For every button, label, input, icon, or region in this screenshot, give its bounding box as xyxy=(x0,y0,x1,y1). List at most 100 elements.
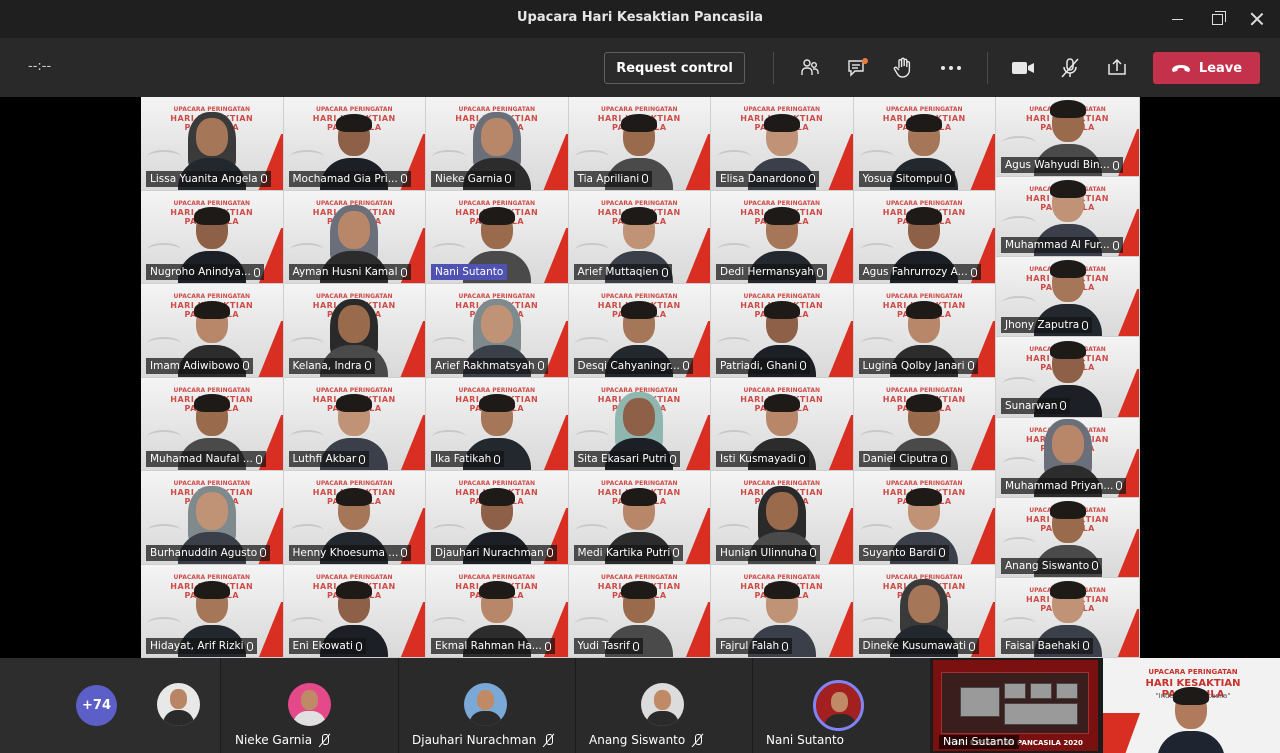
video-tile[interactable]: UPACARA PERINGATANHARI KESAKTIAN PANCASI… xyxy=(141,471,284,565)
video-tile[interactable]: UPACARA PERINGATANHARI KESAKTIAN PANCASI… xyxy=(853,190,996,284)
raise-hand-button[interactable] xyxy=(890,55,916,81)
video-tile[interactable]: UPACARA PERINGATANHARI KESAKTIAN PANCASI… xyxy=(711,377,854,471)
participant-name-tag: Anang Siswanto xyxy=(1001,557,1103,574)
participant-name: Dedi Hermansyah xyxy=(720,266,815,278)
video-tile[interactable]: UPACARA PERINGATANHARI KESAKTIAN PANCASI… xyxy=(996,97,1140,178)
avatar xyxy=(641,683,684,726)
video-tile[interactable]: UPACARA PERINGATANHARI KESAKTIAN PANCASI… xyxy=(568,377,711,471)
mic-icon xyxy=(242,361,249,370)
video-tile[interactable]: UPACARA PERINGATANHARI KESAKTIAN PANCASI… xyxy=(283,284,426,378)
participant-tile[interactable]: Nieke Garnia xyxy=(220,658,398,753)
video-tile[interactable]: UPACARA PERINGATANHARI KESAKTIAN PANCASI… xyxy=(996,257,1140,338)
participant-name-tag: Jhony Zaputra xyxy=(1001,317,1093,334)
participant-name: Arief Muttaqien xyxy=(577,266,659,278)
request-control-button[interactable]: Request control xyxy=(604,52,745,84)
video-tile[interactable]: UPACARA PERINGATANHARI KESAKTIAN PANCASI… xyxy=(141,190,284,284)
people-icon xyxy=(801,59,819,75)
participant-name: Hidayat, Arif Rizki xyxy=(150,640,244,652)
mic-muted-icon xyxy=(693,733,703,747)
participant-name: Suyanto Bardi xyxy=(862,546,937,559)
mic-icon xyxy=(253,267,260,277)
self-video-preview[interactable]: UPACARA PERINGATAN HARI KESAKTIAN PANCAS… xyxy=(1103,658,1280,753)
video-tile[interactable]: UPACARA PERINGATANHARI KESAKTIAN PANCASI… xyxy=(853,564,996,658)
video-tile[interactable]: UPACARA PERINGATANHARI KESAKTIAN PANCASI… xyxy=(711,564,854,658)
participant-tile[interactable]: Anang Siswanto xyxy=(575,658,752,753)
video-tile[interactable]: UPACARA PERINGATANHARI KESAKTIAN PANCASI… xyxy=(853,284,996,378)
more-options-button[interactable] xyxy=(938,55,964,81)
participant-right-column: UPACARA PERINGATANHARI KESAKTIAN PANCASI… xyxy=(996,97,1140,658)
microphone-button[interactable] xyxy=(1057,55,1083,81)
video-tile[interactable]: UPACARA PERINGATANHARI KESAKTIAN PANCASI… xyxy=(568,190,711,284)
restore-button[interactable] xyxy=(1198,0,1236,38)
video-tile[interactable]: UPACARA PERINGATANHARI KESAKTIAN PANCASI… xyxy=(568,471,711,565)
overflow-count-badge[interactable]: +74 xyxy=(76,685,117,726)
video-tile[interactable]: UPACARA PERINGATANHARI KESAKTIAN PANCASI… xyxy=(996,497,1140,578)
video-tile[interactable]: UPACARA PERINGATANHARI KESAKTIAN PANCASI… xyxy=(711,471,854,565)
video-tile[interactable]: UPACARA PERINGATANHARI KESAKTIAN PANCASI… xyxy=(141,377,284,471)
video-tile[interactable]: UPACARA PERINGATANHARI KESAKTIAN PANCASI… xyxy=(141,564,284,658)
video-tile[interactable]: UPACARA PERINGATANHARI KESAKTIAN PANCASI… xyxy=(568,284,711,378)
video-tile[interactable]: UPACARA PERINGATANHARI KESAKTIAN PANCASI… xyxy=(426,564,569,658)
video-tile[interactable]: UPACARA PERINGATANHARI KESAKTIAN PANCASI… xyxy=(141,284,284,378)
video-tile[interactable]: UPACARA PERINGATANHARI KESAKTIAN PANCASI… xyxy=(426,190,569,284)
video-tile[interactable]: UPACARA PERINGATANHARI KESAKTIAN PANCASI… xyxy=(711,284,854,378)
mic-icon xyxy=(400,174,407,183)
participant-name: Yosua Sitompul xyxy=(862,172,943,185)
video-tile[interactable]: UPACARA PERINGATANHARI KESAKTIAN PANCASI… xyxy=(996,417,1140,498)
video-tile[interactable]: UPACARA PERINGATANHARI KESAKTIAN PANCASI… xyxy=(853,471,996,565)
video-tile[interactable]: UPACARA PERINGATANHARI KESAKTIAN PANCASI… xyxy=(996,177,1140,258)
shared-screen-preview[interactable]: HARI KESAKTIAN PANCASILA 2020 Nani Sutan… xyxy=(933,660,1098,751)
video-tile[interactable]: UPACARA PERINGATANHARI KESAKTIAN PANCASI… xyxy=(426,97,569,191)
shared-video-gallery: UPACARA PERINGATANHARI KESAKTIAN PANCASI… xyxy=(141,97,1140,658)
video-tile[interactable]: UPACARA PERINGATANHARI KESAKTIAN PANCASI… xyxy=(283,564,426,658)
participant-name: Imam Adiwibowo xyxy=(150,359,240,372)
participant-name-tag: Kelana, Indra xyxy=(288,357,375,374)
participant-name: Anang Siswanto xyxy=(589,733,703,747)
minimize-button[interactable] xyxy=(1158,0,1196,38)
participant-name: Nugroho Anindya... xyxy=(150,266,251,278)
participant-name: Patriadi, Ghani xyxy=(720,359,798,372)
camera-icon xyxy=(1012,62,1034,74)
close-button[interactable] xyxy=(1238,0,1276,38)
video-tile[interactable]: UPACARA PERINGATANHARI KESAKTIAN PANCASI… xyxy=(426,284,569,378)
overflow-participants[interactable]: +74 xyxy=(0,658,220,753)
participant-name-tag: Agus Fahrurrozy A... xyxy=(858,264,981,280)
video-tile[interactable]: UPACARA PERINGATANHARI KESAKTIAN PANCASI… xyxy=(711,97,854,191)
toolbar-divider xyxy=(773,52,774,84)
banner-decoration xyxy=(679,227,711,284)
video-tile[interactable]: UPACARA PERINGATANHARI KESAKTIAN PANCASI… xyxy=(996,337,1140,418)
video-tile[interactable]: UPACARA PERINGATANHARI KESAKTIAN PANCASI… xyxy=(141,97,284,191)
mic-icon xyxy=(632,641,639,651)
video-tile[interactable]: UPACARA PERINGATANHARI KESAKTIAN PANCASI… xyxy=(283,377,426,471)
video-tile[interactable]: UPACARA PERINGATANHARI KESAKTIAN PANCASI… xyxy=(283,190,426,284)
participant-name: Desqi Cahyaningr... xyxy=(577,359,680,372)
leave-label: Leave xyxy=(1198,60,1243,76)
video-tile[interactable]: UPACARA PERINGATANHARI KESAKTIAN PANCASI… xyxy=(283,97,426,191)
participant-tile[interactable]: Djauhari Nurachman xyxy=(398,658,575,753)
participant-name: Yudi Tasrif xyxy=(577,640,630,652)
participant-name: Agus Wahyudi Bin... xyxy=(1005,159,1110,172)
participants-button[interactable] xyxy=(797,55,823,81)
participant-name: Burhanuddin Agusto xyxy=(150,546,258,559)
video-tile[interactable]: UPACARA PERINGATANHARI KESAKTIAN PANCASI… xyxy=(426,471,569,565)
video-tile[interactable]: UPACARA PERINGATANHARI KESAKTIAN PANCASI… xyxy=(711,190,854,284)
participant-name-tag: Muhammad Al Fur... xyxy=(1001,237,1123,254)
banner-decoration xyxy=(537,134,568,190)
banner-decoration xyxy=(679,414,711,471)
video-tile[interactable]: UPACARA PERINGATANHARI KESAKTIAN PANCASI… xyxy=(568,97,711,191)
video-tile[interactable]: UPACARA PERINGATANHARI KESAKTIAN PANCASI… xyxy=(996,577,1140,658)
video-tile[interactable]: UPACARA PERINGATANHARI KESAKTIAN PANCASI… xyxy=(426,377,569,471)
participant-name-tag: Nieke Garnia xyxy=(431,170,516,187)
camera-button[interactable] xyxy=(1010,55,1036,81)
banner-decoration xyxy=(252,601,283,658)
participant-name-tag: Daniel Ciputra xyxy=(858,451,951,467)
video-tile[interactable]: UPACARA PERINGATANHARI KESAKTIAN PANCASI… xyxy=(853,97,996,191)
participant-name-tag: Agus Wahyudi Bin... xyxy=(1001,157,1123,174)
video-tile[interactable]: UPACARA PERINGATANHARI KESAKTIAN PANCASI… xyxy=(283,471,426,565)
participant-tile[interactable]: Nani Sutanto xyxy=(752,658,930,753)
leave-button[interactable]: Leave xyxy=(1153,52,1260,84)
video-tile[interactable]: UPACARA PERINGATANHARI KESAKTIAN PANCASI… xyxy=(568,564,711,658)
video-tile[interactable]: UPACARA PERINGATANHARI KESAKTIAN PANCASI… xyxy=(853,377,996,471)
share-content-button[interactable] xyxy=(1104,55,1130,81)
chat-button[interactable] xyxy=(845,55,871,81)
